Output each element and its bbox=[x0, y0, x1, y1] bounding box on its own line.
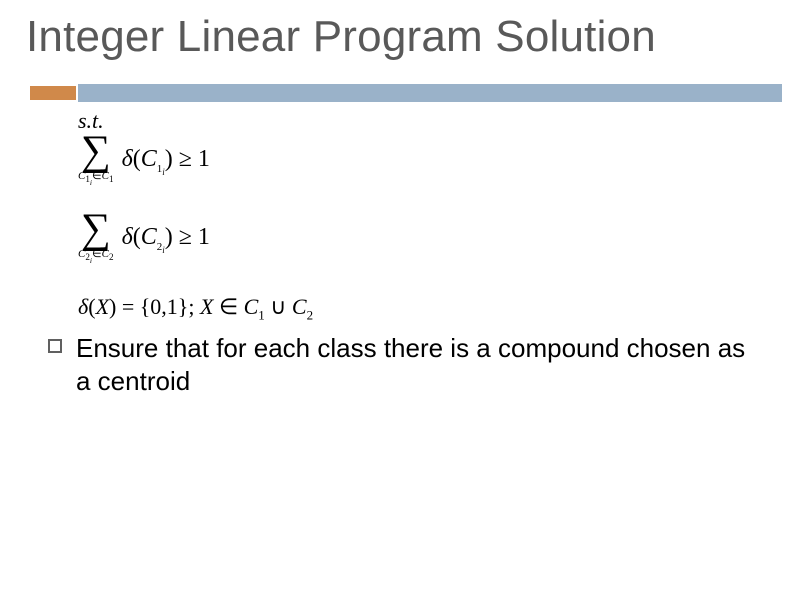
constraint-1-body: δ(C1i) ≥ 1 bbox=[122, 146, 210, 177]
sigma-icon: ∑ bbox=[81, 128, 111, 174]
summation-1: ∑ C1i∈C1 bbox=[78, 134, 114, 189]
math-domain: δ(X) = {0,1}; X ∈ C1 ∪ C2 bbox=[78, 294, 313, 323]
bullet-text: Ensure that for each class there is a co… bbox=[76, 332, 748, 397]
rule-accent-orange bbox=[30, 86, 76, 100]
sigma-icon: ∑ bbox=[81, 206, 111, 252]
bullet-item: Ensure that for each class there is a co… bbox=[48, 332, 748, 397]
math-constraint-2: ∑ C2i∈C2 δ(C2i) ≥ 1 bbox=[78, 212, 210, 267]
summation-1-index: C1i∈C1 bbox=[78, 170, 114, 182]
summation-2-index: C2i∈C2 bbox=[78, 248, 114, 260]
bullet-square-icon bbox=[48, 339, 62, 353]
rule-accent-blue bbox=[78, 84, 782, 102]
title-rule bbox=[0, 78, 794, 108]
slide-title: Integer Linear Program Solution bbox=[26, 12, 656, 62]
math-constraint-1: ∑ C1i∈C1 δ(C1i) ≥ 1 bbox=[78, 134, 210, 189]
summation-2: ∑ C2i∈C2 bbox=[78, 212, 114, 267]
slide: Integer Linear Program Solution s.t. ∑ C… bbox=[0, 0, 794, 595]
constraint-2-body: δ(C2i) ≥ 1 bbox=[122, 224, 210, 255]
